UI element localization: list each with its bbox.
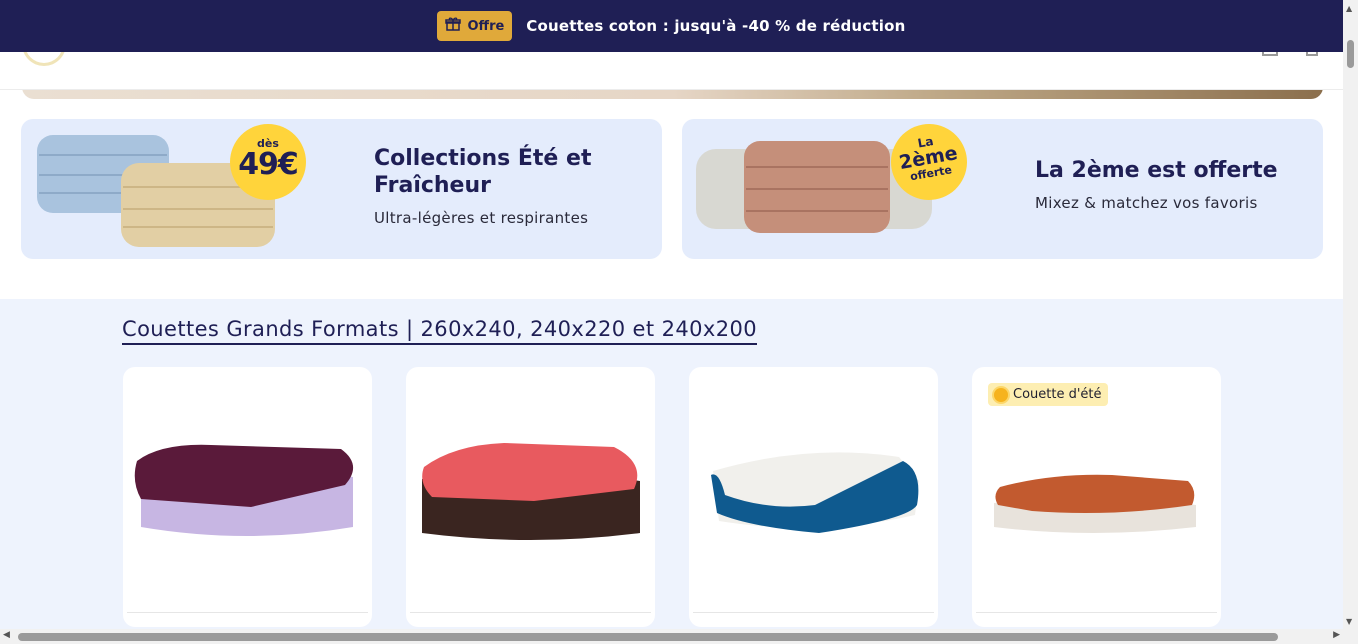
promo-text: La 2ème est offerte Mixez & matchez vos … [1035, 157, 1315, 212]
offer-badge-label: Offre [467, 18, 505, 34]
product-image [134, 444, 354, 536]
product-image [422, 443, 640, 540]
product-card[interactable] [689, 367, 938, 627]
scroll-right-icon[interactable]: ▶ [1333, 630, 1340, 640]
site-header [0, 44, 1343, 90]
product-image [711, 452, 919, 533]
large-format-section: Couettes Grands Formats | 260x240, 240x2… [0, 299, 1343, 644]
product-card[interactable]: Couette d'été [972, 367, 1221, 627]
promo-card-second-free[interactable]: La 2ème offerte La 2ème est offerte Mixe… [682, 119, 1323, 259]
section-title[interactable]: Couettes Grands Formats | 260x240, 240x2… [122, 317, 757, 345]
product-card[interactable] [406, 367, 655, 627]
price-badge-value: 49€ [238, 147, 299, 182]
promo-title-line1: Collections Été et [374, 146, 592, 171]
gift-icon [445, 16, 462, 36]
page: Offre Couettes coton : jusqu'à -40 % de … [0, 0, 1358, 644]
promo-title: La 2ème est offerte [1035, 158, 1278, 183]
announcement-bar[interactable]: Offre Couettes coton : jusqu'à -40 % de … [0, 0, 1343, 52]
vertical-scroll-thumb[interactable] [1347, 40, 1354, 68]
card-divider [127, 612, 368, 613]
summer-tag: Couette d'été [988, 383, 1108, 406]
card-divider [976, 612, 1217, 613]
promo-card-summer[interactable]: dès 49€ Collections Été et Fraîcheur Ult… [21, 119, 662, 259]
sun-icon [994, 387, 1008, 402]
promo-title-line2: Fraîcheur [374, 173, 491, 198]
promo-subtitle: Ultra-légères et respirantes [374, 209, 589, 227]
card-divider [410, 612, 651, 613]
horizontal-scrollbar[interactable]: ◀ ▶ [0, 629, 1343, 644]
vertical-scrollbar[interactable]: ▲ ▼ [1343, 0, 1358, 644]
price-badge: dès 49€ [230, 124, 306, 200]
announcement-text[interactable]: Couettes coton : jusqu'à -40 % de réduct… [526, 17, 905, 35]
promo-text: Collections Été et Fraîcheur Ultra-légèr… [374, 145, 644, 227]
horizontal-scroll-thumb[interactable] [18, 633, 1278, 641]
product-image [994, 474, 1196, 533]
promo-title: Collections Été et Fraîcheur [374, 145, 644, 199]
scroll-down-icon[interactable]: ▼ [1346, 617, 1352, 626]
product-card[interactable] [123, 367, 372, 627]
promo-subtitle: Mixez & matchez vos favoris [1035, 194, 1258, 212]
scroll-left-icon[interactable]: ◀ [3, 630, 10, 640]
summer-tag-label: Couette d'été [1013, 387, 1102, 402]
offer-badge: Offre [437, 11, 513, 41]
scroll-up-icon[interactable]: ▲ [1346, 4, 1352, 13]
card-divider [693, 612, 934, 613]
